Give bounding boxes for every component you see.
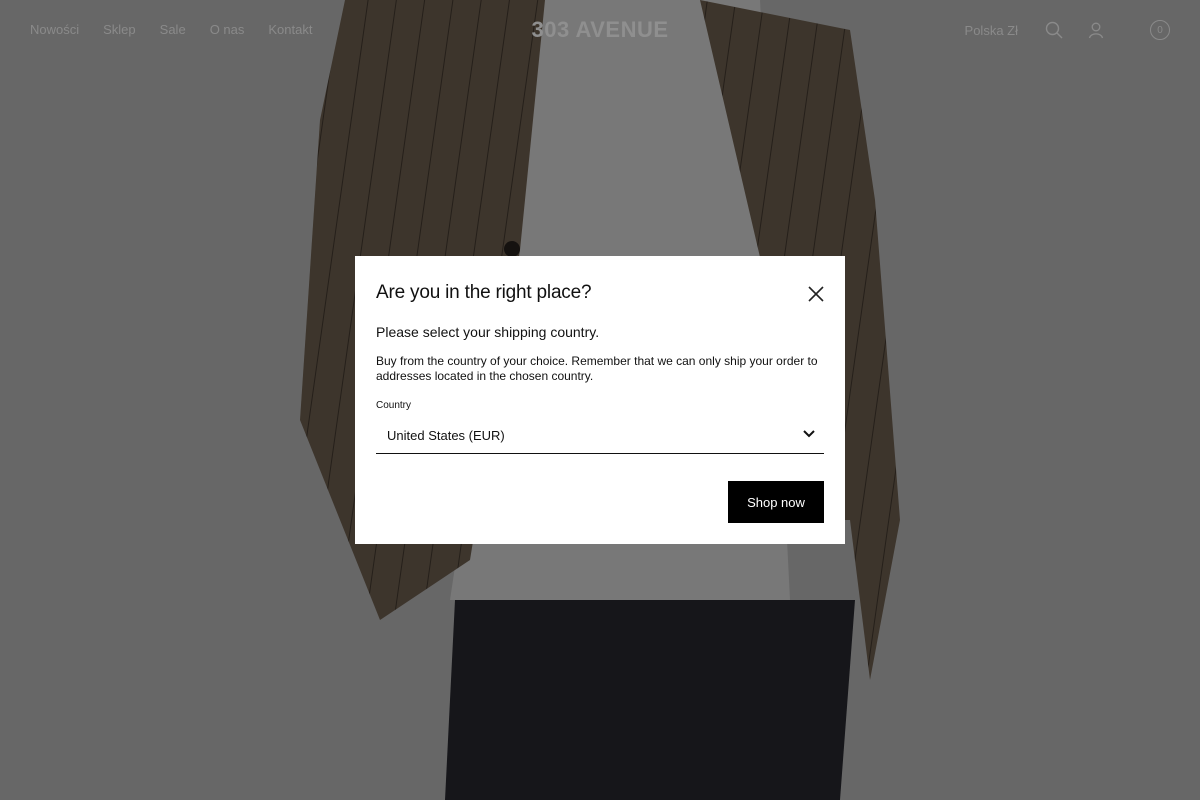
chevron-down-icon <box>802 426 816 444</box>
country-select[interactable]: United States (EUR) <box>376 417 824 454</box>
country-label: Country <box>376 400 412 411</box>
modal-title: Are you in the right place? <box>376 282 592 303</box>
shop-now-button[interactable]: Shop now <box>728 481 824 523</box>
modal-description: Buy from the country of your choice. Rem… <box>376 354 818 383</box>
country-select-value: United States (EUR) <box>387 427 505 443</box>
modal-subtitle: Please select your shipping country. <box>376 324 600 340</box>
site-header: Nowości Sklep Sale O nas Kontakt 303 AVE… <box>0 0 1200 60</box>
close-icon[interactable] <box>807 285 825 303</box>
country-modal: Are you in the right place? Please selec… <box>355 256 845 544</box>
cart-icon[interactable]: 0 <box>1150 20 1170 40</box>
header-actions: Polska Zł 0 <box>965 18 1170 42</box>
search-icon[interactable] <box>1042 18 1066 42</box>
account-icon[interactable] <box>1084 18 1108 42</box>
locale-switcher[interactable]: Polska Zł <box>965 23 1018 38</box>
